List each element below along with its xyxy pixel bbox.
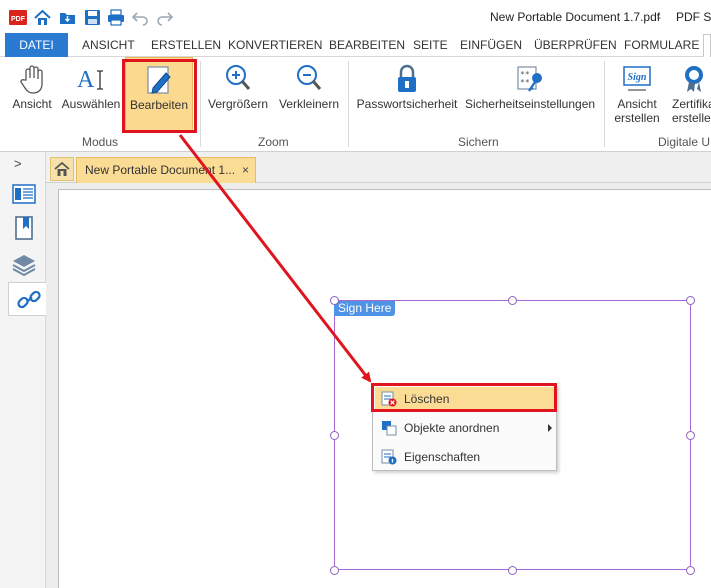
annotation-arrow: [178, 134, 372, 383]
